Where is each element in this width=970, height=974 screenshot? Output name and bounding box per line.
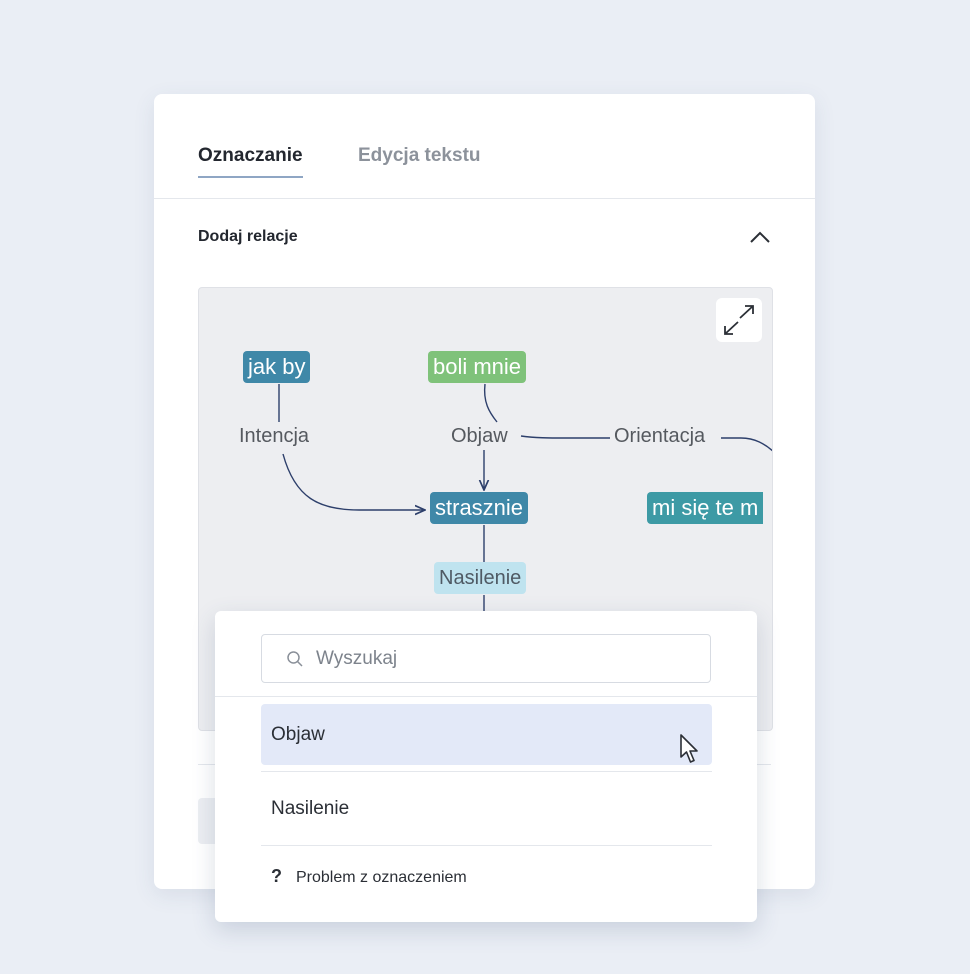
node-boli-mnie[interactable]: boli mnie bbox=[428, 351, 527, 383]
mouse-cursor-icon bbox=[679, 733, 701, 770]
search-input[interactable] bbox=[314, 635, 698, 682]
tab-oznaczanie[interactable]: Oznaczanie bbox=[198, 145, 303, 178]
dropdown-separator bbox=[215, 696, 757, 697]
search-icon bbox=[286, 650, 304, 673]
node-strasznie[interactable]: strasznie bbox=[430, 492, 529, 524]
relation-nasilenie[interactable]: Nasilenie bbox=[434, 562, 527, 594]
section-title: Dodaj relacje bbox=[198, 228, 298, 245]
chevron-up-icon[interactable] bbox=[748, 226, 772, 250]
relation-objaw[interactable]: Objaw bbox=[447, 423, 512, 449]
question-icon: ? bbox=[271, 866, 282, 886]
tab-edycja-tekstu[interactable]: Edycja tekstu bbox=[358, 145, 481, 176]
node-mi-sie[interactable]: mi się te m bbox=[647, 492, 764, 524]
expand-icon[interactable] bbox=[716, 298, 762, 342]
link-objaw-orientacja bbox=[520, 435, 611, 439]
problem-label: Problem z oznaczeniem bbox=[296, 869, 467, 886]
link-intencja-strasznie bbox=[282, 453, 425, 510]
option-nasilenie[interactable]: Nasilenie bbox=[261, 778, 712, 839]
option-divider bbox=[261, 845, 712, 846]
problem-report-link[interactable]: ? Problem z oznaczeniem bbox=[271, 861, 467, 891]
relation-intencja[interactable]: Intencja bbox=[235, 423, 314, 449]
node-jak-by[interactable]: jak by bbox=[243, 351, 311, 383]
search-box bbox=[261, 634, 711, 683]
option-objaw[interactable]: Objaw bbox=[261, 704, 712, 765]
tab-bar: Oznaczanie Edycja tekstu bbox=[154, 94, 815, 199]
relation-type-dropdown: Objaw Nasilenie ? Problem z oznaczeniem bbox=[215, 611, 757, 922]
link-bolimnie-objaw bbox=[483, 383, 498, 423]
option-divider bbox=[261, 771, 712, 772]
link-orientacja-offscreen bbox=[721, 437, 772, 452]
relation-orientacja[interactable]: Orientacja bbox=[610, 423, 710, 449]
